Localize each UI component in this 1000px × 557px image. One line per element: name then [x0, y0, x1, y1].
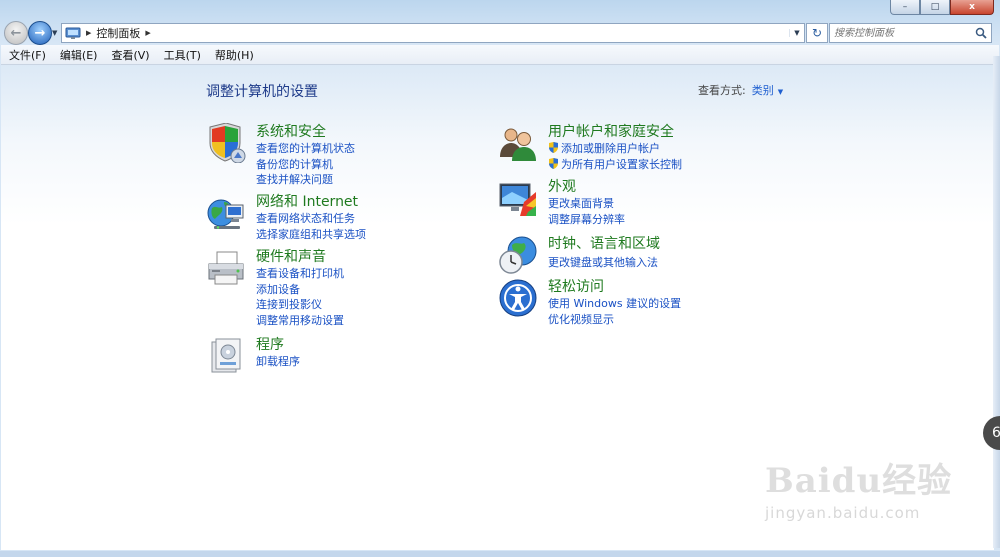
window-bottom-border	[0, 551, 1000, 557]
forward-button[interactable]: →	[28, 21, 52, 45]
category-link[interactable]: 卸载程序	[256, 354, 300, 370]
category-link[interactable]: 优化视频显示	[548, 312, 681, 328]
category-heading[interactable]: 用户帐户和家庭安全	[548, 123, 682, 141]
window-right-border	[993, 56, 1000, 548]
breadcrumb-separator-icon: ▶	[86, 29, 92, 37]
menu-file[interactable]: 文件(F)	[1, 47, 52, 63]
window-controls: – □ x	[890, 0, 994, 15]
appearance-icon	[499, 183, 536, 216]
category-link[interactable]: 查看网络状态和任务	[256, 211, 366, 227]
programs-icon	[211, 338, 241, 373]
menu-view[interactable]: 查看(V)	[103, 47, 155, 63]
menu-bar: 文件(F) 编辑(E) 查看(V) 工具(T) 帮助(H)	[1, 45, 999, 65]
uac-shield-icon	[549, 142, 558, 153]
breadcrumb-separator-icon[interactable]: ▶	[145, 29, 150, 37]
category-heading[interactable]: 硬件和声音	[256, 248, 344, 266]
maximize-button[interactable]: □	[920, 0, 950, 15]
category-heading[interactable]: 时钟、语言和区域	[548, 235, 660, 253]
view-by-dropdown[interactable]: 类别	[752, 84, 774, 97]
category-link[interactable]: 添加或删除用户帐户	[548, 141, 682, 157]
category-link[interactable]: 调整屏幕分辨率	[548, 212, 625, 228]
control-panel-icon	[65, 27, 81, 39]
address-bar[interactable]: ▶ 控制面板 ▶ ▼	[61, 23, 805, 43]
view-by-label: 查看方式:	[698, 84, 746, 97]
menu-help[interactable]: 帮助(H)	[207, 47, 260, 63]
menu-tools[interactable]: 工具(T)	[156, 47, 207, 63]
watermark-logo: Baidu经验	[765, 461, 953, 501]
globe-network-icon	[207, 199, 244, 229]
refresh-icon: ↻	[811, 26, 823, 40]
page-title: 调整计算机的设置	[206, 84, 318, 100]
category-link[interactable]: 更改桌面背景	[548, 196, 625, 212]
address-dropdown-icon[interactable]: ▼	[789, 29, 804, 37]
category-link[interactable]: 添加设备	[256, 282, 344, 298]
chevron-down-icon[interactable]: ▼	[778, 88, 783, 96]
category-link[interactable]: 备份您的计算机	[256, 157, 355, 173]
recent-pages-dropdown[interactable]: ▼	[52, 29, 57, 37]
category-heading[interactable]: 系统和安全	[256, 123, 355, 141]
minimize-button[interactable]: –	[890, 0, 920, 15]
category-heading[interactable]: 程序	[256, 336, 300, 354]
watermark-url: jingyan.baidu.com	[765, 504, 921, 522]
close-button[interactable]: x	[950, 0, 994, 15]
category-link[interactable]: 选择家庭组和共享选项	[256, 227, 366, 243]
category-link[interactable]: 为所有用户设置家长控制	[548, 157, 682, 173]
search-box[interactable]	[829, 23, 992, 43]
uac-shield-icon	[549, 157, 558, 169]
category-link[interactable]: 更改键盘或其他输入法	[548, 255, 660, 271]
users-icon	[500, 128, 536, 161]
view-by: 查看方式: 类别 ▼	[698, 82, 783, 98]
breadcrumb-control-panel[interactable]: 控制面板	[96, 25, 140, 41]
shield-computer-icon	[209, 123, 246, 163]
menu-edit[interactable]: 编辑(E)	[52, 47, 104, 63]
category-heading[interactable]: 轻松访问	[548, 278, 681, 296]
ease-of-access-icon	[499, 279, 537, 317]
refresh-button[interactable]: ↻	[806, 23, 828, 43]
forward-arrow-icon: →	[34, 25, 46, 41]
search-input[interactable]	[830, 25, 970, 41]
printer-icon	[208, 251, 244, 285]
category-link[interactable]: 查找并解决问题	[256, 172, 355, 188]
back-button[interactable]: ←	[4, 21, 28, 45]
back-arrow-icon: ←	[10, 25, 22, 41]
category-heading[interactable]: 外观	[548, 178, 625, 196]
search-icon[interactable]	[975, 27, 987, 39]
clock-globe-icon	[499, 236, 537, 274]
baidu-watermark: Baidu经验 jingyan.baidu.com	[765, 453, 952, 522]
category-link[interactable]: 调整常用移动设置	[256, 313, 344, 329]
category-link[interactable]: 查看设备和打印机	[256, 266, 344, 282]
category-link[interactable]: 连接到投影仪	[256, 297, 344, 313]
category-heading[interactable]: 网络和 Internet	[256, 193, 366, 211]
category-link[interactable]: 使用 Windows 建议的设置	[548, 296, 681, 312]
category-link[interactable]: 查看您的计算机状态	[256, 141, 355, 157]
